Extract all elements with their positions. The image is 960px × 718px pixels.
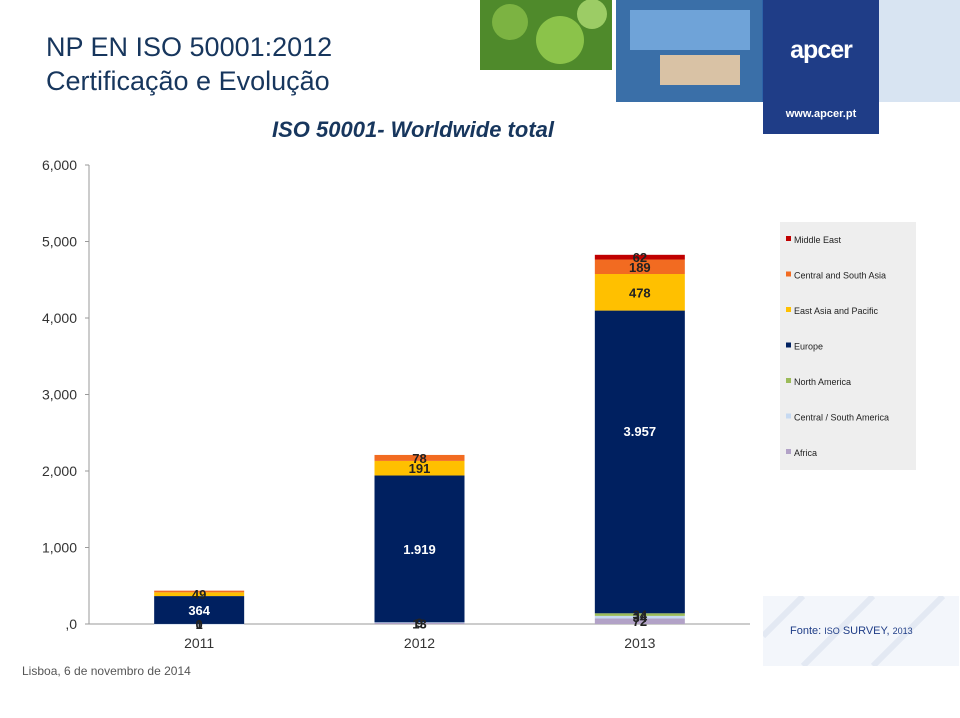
bar-segment — [594, 310, 685, 614]
y-tick-label: 2,000 — [42, 463, 77, 479]
footer-date: Lisboa, 6 de novembro de 2014 — [22, 664, 191, 678]
y-tick-label: 4,000 — [42, 310, 77, 326]
source-survey: SURVEY, — [839, 625, 893, 637]
data-label: 62 — [633, 250, 647, 265]
y-tick-label: 3,000 — [42, 387, 77, 403]
legend-swatch — [786, 307, 791, 312]
legend-label: Middle East — [794, 235, 842, 245]
data-label: 1 — [196, 617, 203, 632]
data-label: 9 — [416, 616, 423, 631]
y-tick-label: 5,000 — [42, 234, 77, 250]
data-label: 49 — [192, 587, 206, 602]
data-label: 78 — [412, 451, 426, 466]
legend-label: North America — [794, 377, 851, 387]
source-prefix: Fonte: — [790, 625, 825, 637]
data-label: 3.957 — [624, 424, 657, 439]
data-label: 478 — [629, 285, 651, 300]
y-tick-label: ,0 — [65, 616, 77, 632]
legend-swatch — [786, 449, 791, 454]
legend-label: Africa — [794, 448, 817, 458]
source-note: Fonte: ISO SURVEY, 2013 — [790, 625, 913, 637]
legend-label: East Asia and Pacific — [794, 306, 879, 316]
source-iso: ISO — [824, 626, 840, 636]
source-year: 2013 — [892, 626, 913, 636]
legend-swatch — [786, 342, 791, 348]
legend-label: Central / South America — [794, 413, 889, 423]
x-tick-label: 2013 — [624, 635, 655, 651]
legend-swatch — [786, 378, 791, 383]
y-tick-label: 6,000 — [42, 157, 77, 173]
x-tick-label: 2011 — [184, 635, 214, 651]
legend-swatch — [786, 236, 791, 241]
data-label: 34 — [633, 608, 648, 623]
data-label: 1.919 — [403, 542, 436, 557]
data-label: 364 — [188, 603, 210, 618]
legend-swatch — [786, 271, 791, 277]
legend-label: Europe — [794, 342, 823, 352]
legend-label: Central and South Asia — [794, 271, 886, 281]
x-tick-label: 2012 — [404, 635, 435, 651]
legend-swatch — [786, 413, 791, 419]
y-tick-label: 1,000 — [42, 540, 77, 556]
